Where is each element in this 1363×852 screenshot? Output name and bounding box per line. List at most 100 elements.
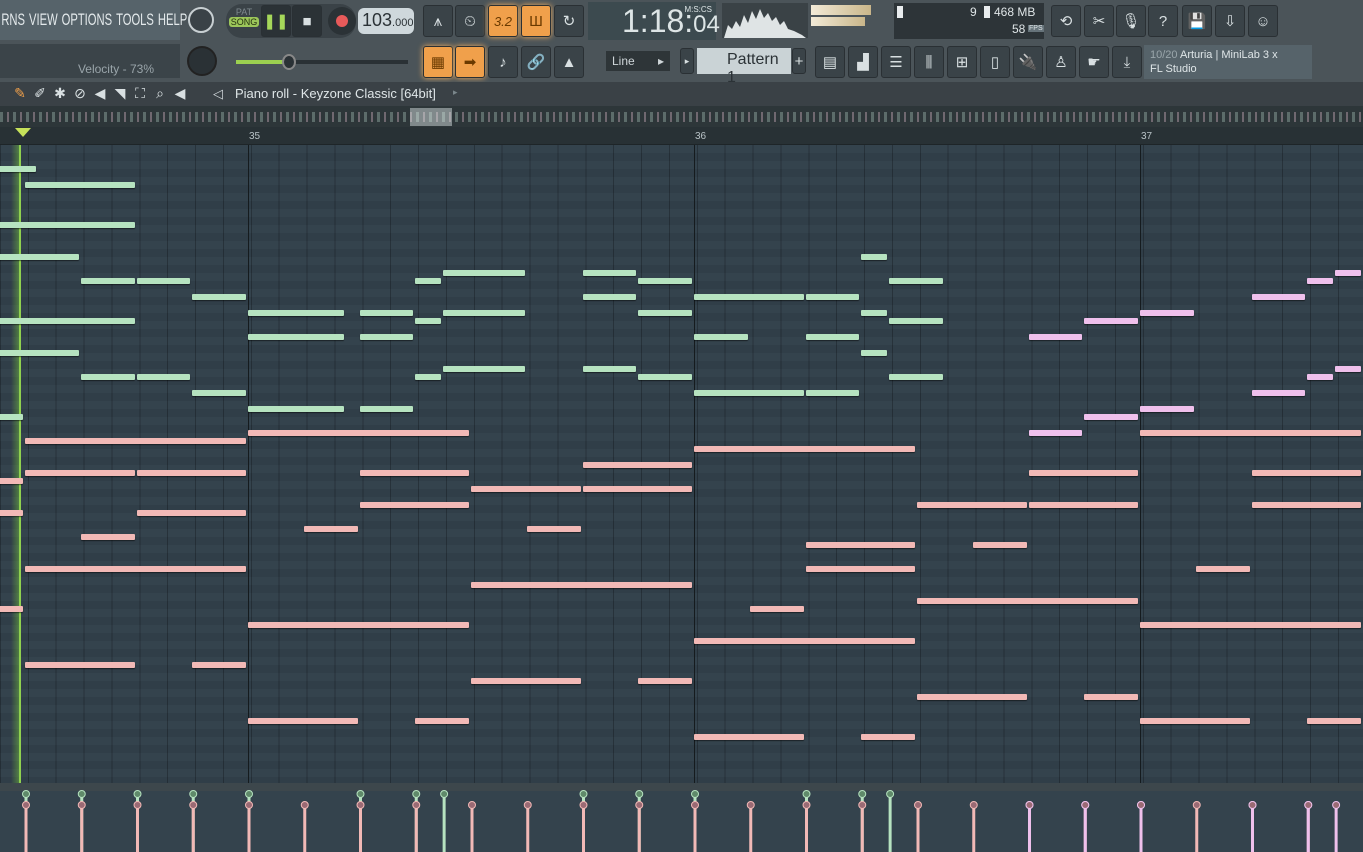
slide-icon[interactable]: ♪ [488,46,518,78]
microphone-icon[interactable]: 🎙 [1116,5,1146,37]
pink-note[interactable] [861,734,915,740]
pink-note[interactable] [805,566,915,572]
lavender-note[interactable] [1251,390,1306,396]
green-note[interactable] [638,278,692,284]
pink-note[interactable] [1307,718,1361,724]
pink-note[interactable] [805,542,915,548]
pink-note[interactable] [1028,470,1138,476]
green-note[interactable] [192,390,246,396]
green-note[interactable] [80,374,135,380]
paint-drum-icon[interactable]: ✱ [50,85,70,102]
pink-note[interactable] [1140,622,1361,628]
velocity-handle[interactable] [858,801,867,809]
velocity-handle[interactable] [691,801,699,809]
green-note[interactable] [861,254,888,260]
cut-tool-icon[interactable]: ✂ [1084,5,1114,37]
green-note[interactable] [359,334,414,340]
lavender-note[interactable] [1251,294,1306,300]
green-note[interactable] [0,222,135,228]
metronome-icon[interactable]: ⩚ [423,5,453,37]
green-note[interactable] [415,318,442,324]
pink-note[interactable] [917,598,1138,604]
download-icon[interactable]: ⤓ [1112,46,1142,78]
velocity-handle[interactable] [412,790,421,798]
paint-icon[interactable]: ✐ [30,85,50,102]
mute-icon[interactable]: ◀ [90,85,110,102]
green-note[interactable] [415,374,442,380]
tempo-field[interactable]: 103.000 [358,8,414,34]
pink-note[interactable] [471,678,581,684]
note-grid[interactable] [0,145,1363,783]
green-note[interactable] [0,254,79,260]
velocity-handle[interactable] [1025,801,1034,809]
project-info-icon[interactable]: ▯ [980,46,1010,78]
pink-note[interactable] [248,622,469,628]
velocity-handle[interactable] [245,801,253,809]
pink-note[interactable] [80,534,135,540]
pink-note[interactable] [0,606,23,612]
lavender-note[interactable] [1307,374,1334,380]
velocity-handle[interactable] [802,801,811,809]
lavender-note[interactable] [1028,334,1083,340]
plugin-icon[interactable]: 🔌 [1013,46,1043,78]
green-note[interactable] [80,278,135,284]
typing-keyboard-icon[interactable]: ▦ [423,46,453,78]
green-note[interactable] [805,390,860,396]
velocity-handle[interactable] [440,790,449,798]
lavender-note[interactable] [1307,278,1334,284]
channel-rack-icon[interactable]: ☰ [881,46,911,78]
pink-note[interactable] [0,510,23,516]
green-note[interactable] [192,294,246,300]
velocity-handle[interactable] [1248,801,1257,809]
green-note[interactable] [694,390,804,396]
pink-note[interactable] [471,486,581,492]
menu-patterns[interactable]: RNS [1,10,25,29]
help-icon[interactable]: ? [1148,5,1178,37]
green-note[interactable] [805,294,860,300]
green-note[interactable] [443,310,525,316]
pattern-prev-button[interactable]: ▸ [680,48,694,74]
pink-note[interactable] [694,638,915,644]
pink-note[interactable] [917,694,1027,700]
timeline-ruler[interactable]: 35 36 37 [0,127,1363,145]
green-note[interactable] [136,374,191,380]
select-icon[interactable]: ⛶ [130,85,150,102]
lavender-note[interactable] [1028,430,1083,436]
undo-history-icon[interactable]: ⟲ [1051,5,1081,37]
green-note[interactable] [889,374,943,380]
master-pitch-knob[interactable] [187,46,217,76]
pink-note[interactable] [415,718,469,724]
green-note[interactable] [0,414,23,420]
pink-note[interactable] [192,662,246,668]
velocity-pane[interactable] [0,783,1363,852]
menu-view[interactable]: VIEW [29,10,58,29]
pink-note[interactable] [694,734,804,740]
green-note[interactable] [694,334,748,340]
green-note[interactable] [805,334,860,340]
velocity-handle[interactable] [1081,801,1090,809]
velocity-handle[interactable] [189,790,198,798]
velocity-handle[interactable] [77,801,86,809]
green-note[interactable] [582,366,637,372]
pink-note[interactable] [1140,430,1361,436]
velocity-handle[interactable] [245,790,253,798]
pink-note[interactable] [917,502,1027,508]
green-note[interactable] [248,334,344,340]
lavender-note[interactable] [1084,318,1138,324]
record-button[interactable] [328,7,356,35]
pink-note[interactable] [0,478,23,484]
green-note[interactable] [0,350,79,356]
green-note[interactable] [415,278,442,284]
velocity-handle[interactable] [412,801,421,809]
velocity-handle[interactable] [356,801,365,809]
menu-help[interactable]: HELP [158,10,187,29]
browser-icon[interactable]: ⊞ [947,46,977,78]
green-note[interactable] [582,270,637,276]
velocity-handle[interactable] [1192,801,1201,809]
pink-note[interactable] [1251,502,1361,508]
pattern-overview[interactable] [0,106,1363,127]
green-note[interactable] [248,406,344,412]
velocity-handle[interactable] [635,801,644,809]
velocity-handle[interactable] [746,801,755,809]
delete-icon[interactable]: ⊘ [70,85,90,102]
